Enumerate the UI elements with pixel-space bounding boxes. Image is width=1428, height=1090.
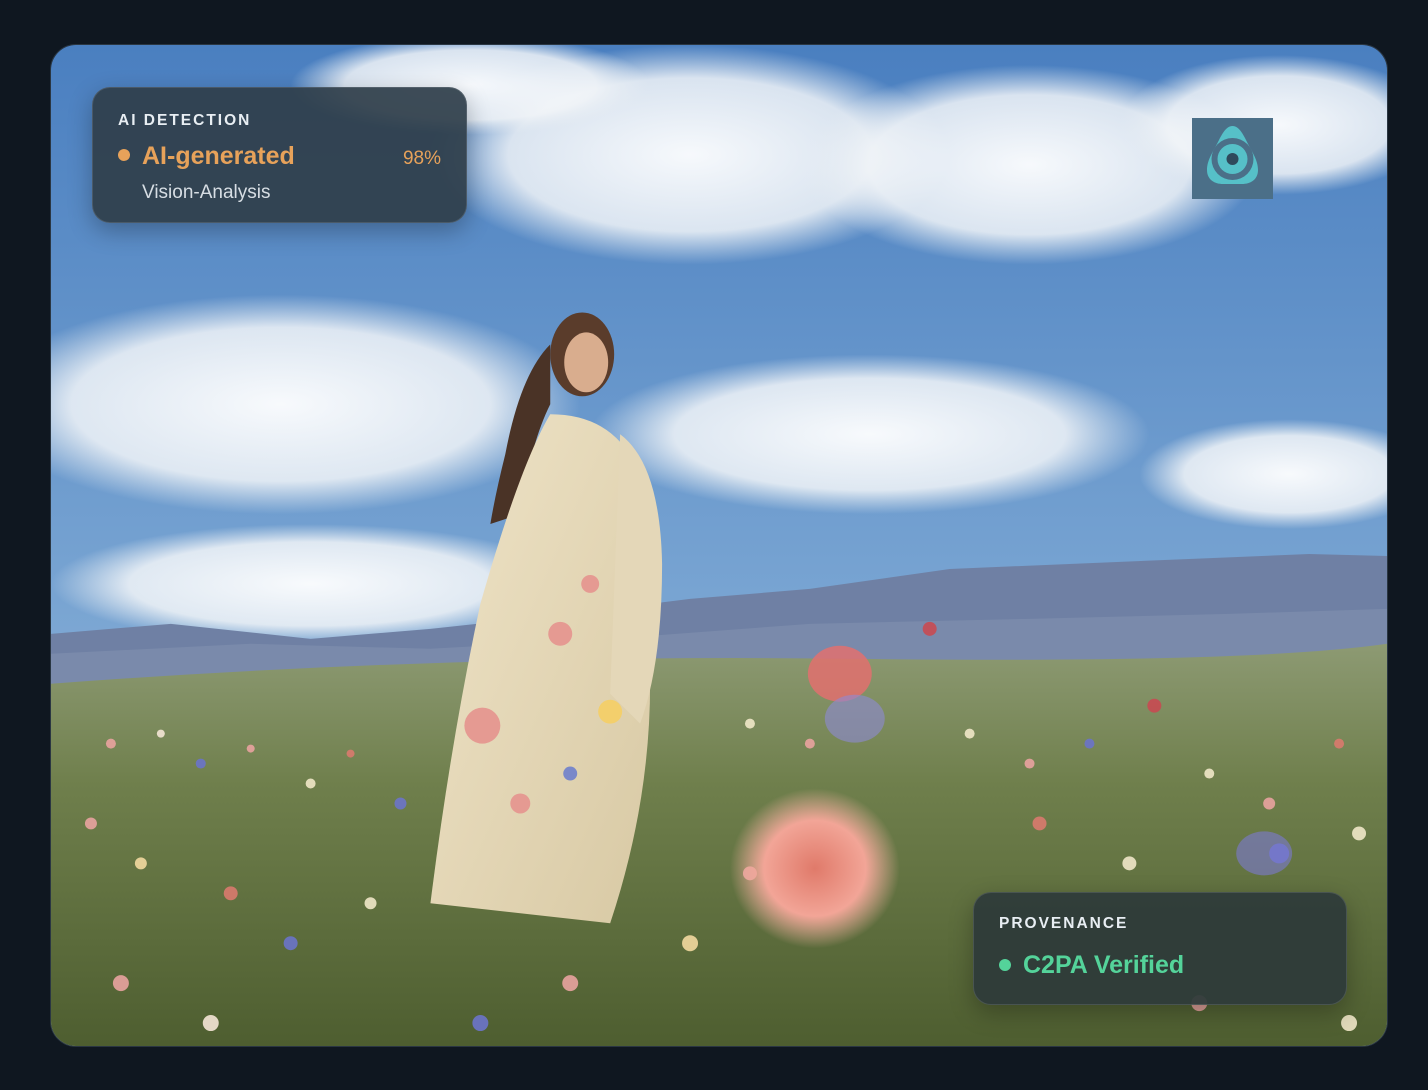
ai-status-dot (118, 149, 130, 161)
provenance-status: C2PA Verified (1023, 951, 1185, 979)
ai-verdict: AI-generated (142, 142, 295, 170)
ai-detection-method: Vision-Analysis (142, 182, 271, 203)
provenance-panel: PROVENANCE C2PA Verified (973, 892, 1347, 1005)
eye-triangle-logo-icon (1192, 118, 1273, 199)
ai-detection-heading: AI DETECTION (118, 112, 252, 129)
image-card: AI DETECTION AI-generated 98% Vision-Ana… (50, 44, 1388, 1047)
provenance-status-dot (999, 959, 1011, 971)
ai-confidence-score: 98% (402, 148, 441, 169)
ai-detection-panel: AI DETECTION AI-generated 98% Vision-Ana… (92, 87, 467, 223)
provenance-heading: PROVENANCE (999, 915, 1129, 932)
